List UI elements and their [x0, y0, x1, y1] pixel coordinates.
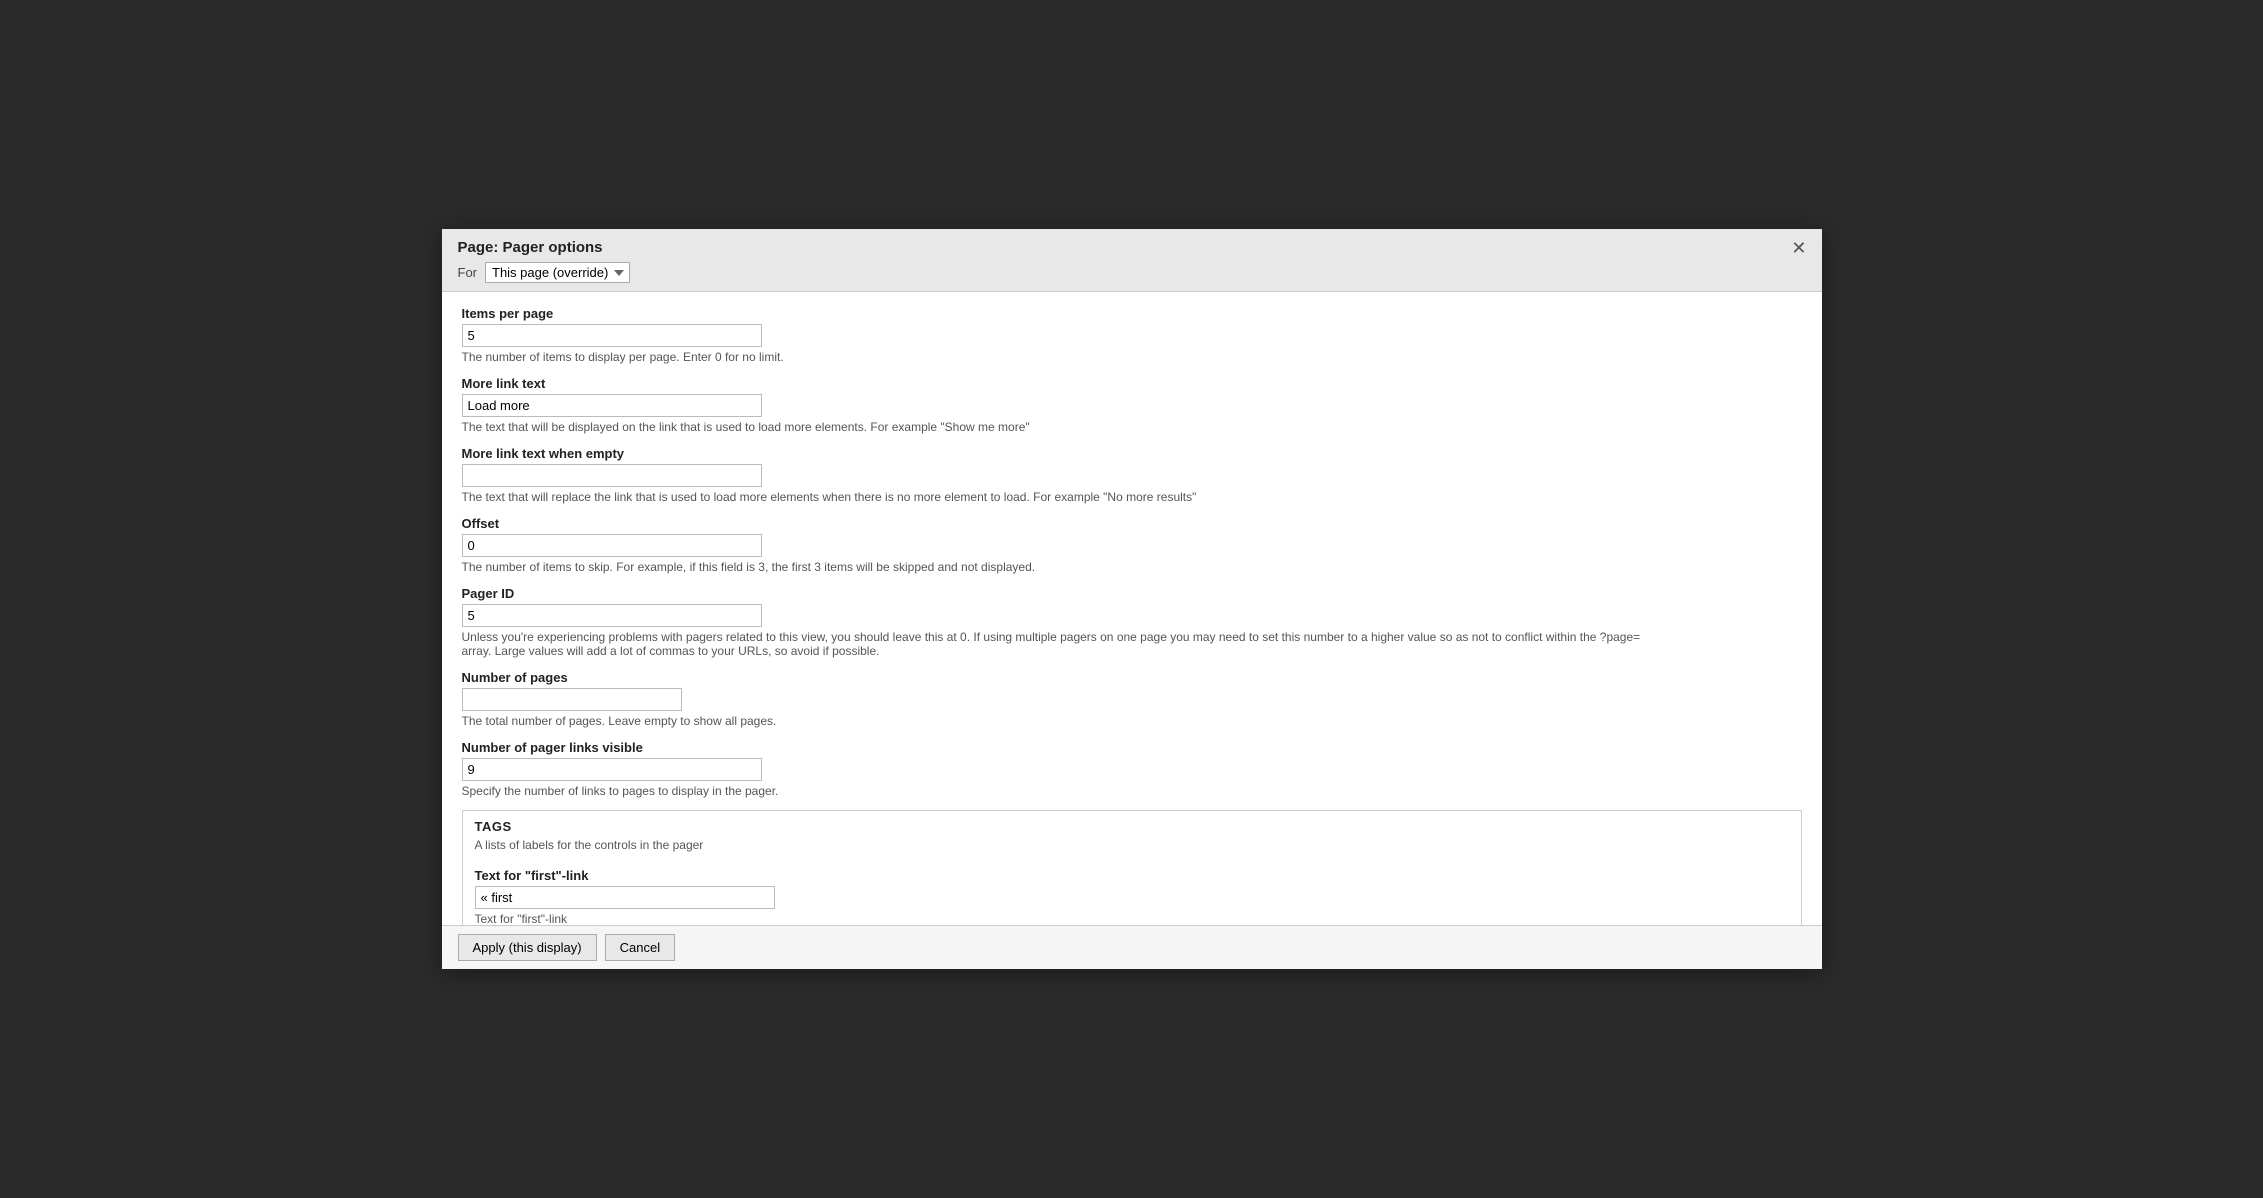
offset-label: Offset [462, 516, 1802, 531]
offset-input[interactable] [462, 534, 762, 557]
items-per-page-input[interactable] [462, 324, 762, 347]
more-link-text-empty-input[interactable] [462, 464, 762, 487]
apply-button[interactable]: Apply (this display) [458, 934, 597, 961]
more-link-text-desc: The text that will be displayed on the l… [462, 420, 1802, 434]
tags-section-content: Text for "first"-link Text for "first"-l… [463, 860, 1801, 925]
pager-id-group: Pager ID Unless you're experiencing prob… [462, 586, 1802, 658]
pager-options-dialog: Page: Pager options For This page (overr… [442, 229, 1822, 969]
pager-links-visible-group: Number of pager links visible Specify th… [462, 740, 1802, 798]
offset-desc: The number of items to skip. For example… [462, 560, 1802, 574]
cancel-button[interactable]: Cancel [605, 934, 675, 961]
first-link-input[interactable] [475, 886, 775, 909]
items-per-page-desc: The number of items to display per page.… [462, 350, 1802, 364]
more-link-text-empty-desc: The text that will replace the link that… [462, 490, 1802, 504]
for-label: For [458, 265, 478, 280]
first-link-helper: Text for "first"-link [475, 912, 1789, 925]
items-per-page-group: Items per page The number of items to di… [462, 306, 1802, 364]
dialog-body: Items per page The number of items to di… [442, 292, 1822, 925]
first-link-label: Text for "first"-link [475, 868, 1789, 883]
number-of-pages-label: Number of pages [462, 670, 1802, 685]
dialog-overlay: Page: Pager options For This page (overr… [0, 0, 2263, 1198]
dialog-title: Page: Pager options [458, 239, 1806, 256]
items-per-page-label: Items per page [462, 306, 1802, 321]
pager-links-visible-desc: Specify the number of links to pages to … [462, 784, 1802, 798]
number-of-pages-group: Number of pages The total number of page… [462, 670, 1802, 728]
dialog-footer: Apply (this display) Cancel [442, 925, 1822, 969]
number-of-pages-desc: The total number of pages. Leave empty t… [462, 714, 1802, 728]
offset-group: Offset The number of items to skip. For … [462, 516, 1802, 574]
more-link-text-empty-group: More link text when empty The text that … [462, 446, 1802, 504]
tags-section-desc: A lists of labels for the controls in th… [463, 838, 1801, 860]
more-link-text-input[interactable] [462, 394, 762, 417]
first-link-group: Text for "first"-link Text for "first"-l… [475, 868, 1789, 925]
tags-section: TAGS A lists of labels for the controls … [462, 810, 1802, 925]
more-link-text-empty-label: More link text when empty [462, 446, 1802, 461]
more-link-text-label: More link text [462, 376, 1802, 391]
tags-section-title: TAGS [463, 811, 1801, 838]
for-select[interactable]: This page (override) All displays All pa… [485, 262, 630, 283]
more-link-text-group: More link text The text that will be dis… [462, 376, 1802, 434]
pager-links-visible-input[interactable] [462, 758, 762, 781]
for-row: For This page (override) All displays Al… [458, 262, 1806, 283]
close-button[interactable]: ✕ [1786, 237, 1811, 259]
pager-links-visible-label: Number of pager links visible [462, 740, 1802, 755]
pager-id-desc: Unless you're experiencing problems with… [462, 630, 1662, 658]
pager-id-label: Pager ID [462, 586, 1802, 601]
number-of-pages-input[interactable] [462, 688, 682, 711]
dialog-header: Page: Pager options For This page (overr… [442, 229, 1822, 292]
pager-id-input[interactable] [462, 604, 762, 627]
